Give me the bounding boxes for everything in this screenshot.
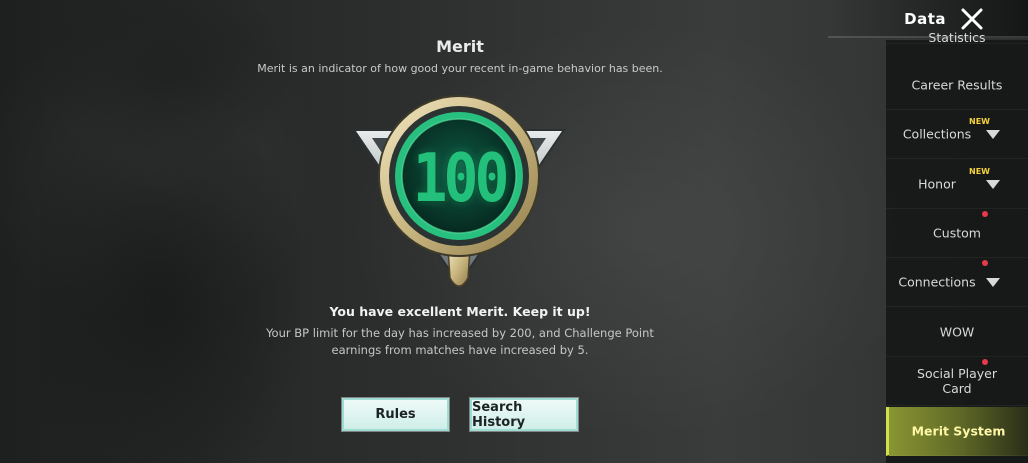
sidebar-item-label: Statistics (928, 30, 986, 44)
sidebar-item-wow[interactable]: WOW (886, 308, 1028, 357)
sidebar-item-label: Social Player Card (917, 366, 997, 396)
chevron-down-icon (986, 278, 1000, 287)
rules-button[interactable]: Rules (342, 398, 449, 431)
sidebar-item-label: Merit System (911, 423, 1006, 439)
chevron-down-icon (986, 130, 1000, 139)
sidebar-item-label: Custom (933, 225, 981, 241)
notification-dot (982, 359, 988, 365)
merit-title: Merit (436, 37, 484, 56)
merit-detail: Your BP limit for the day has increased … (200, 325, 720, 359)
sidebar-item-career-results[interactable]: Career Results (886, 61, 1028, 110)
sidebar: Statistics Career Results NEW Collection… (886, 30, 1028, 463)
merit-status: You have excellent Merit. Keep it up! (329, 304, 591, 319)
merit-description: Merit is an indicator of how good your r… (257, 62, 663, 75)
sidebar-item-custom[interactable]: Custom (886, 209, 1028, 258)
sidebar-item-social-player-card[interactable]: Social Player Card (886, 357, 1028, 406)
sidebar-item-connections[interactable]: Connections (886, 258, 1028, 307)
sidebar-item-merit-system[interactable]: Merit System (886, 407, 1028, 456)
merit-detail-line1: Your BP limit for the day has increased … (266, 326, 654, 340)
notification-dot (982, 211, 988, 217)
sidebar-item-honor[interactable]: NEW Honor (886, 160, 1028, 209)
search-history-button[interactable]: Search History (470, 398, 578, 431)
new-badge: NEW (969, 117, 990, 126)
new-badge: NEW (969, 167, 990, 176)
sidebar-item-statistics[interactable]: Statistics (886, 12, 1028, 44)
notification-dot (982, 260, 988, 266)
merit-detail-line2: earnings from matches have increased by … (331, 343, 589, 357)
sidebar-item-label: Career Results (911, 77, 1003, 93)
sidebar-item-label: WOW (939, 324, 975, 340)
chevron-down-icon (986, 180, 1000, 189)
merit-score: 100 (412, 138, 510, 218)
sidebar-item-collections[interactable]: NEW Collections (886, 110, 1028, 159)
